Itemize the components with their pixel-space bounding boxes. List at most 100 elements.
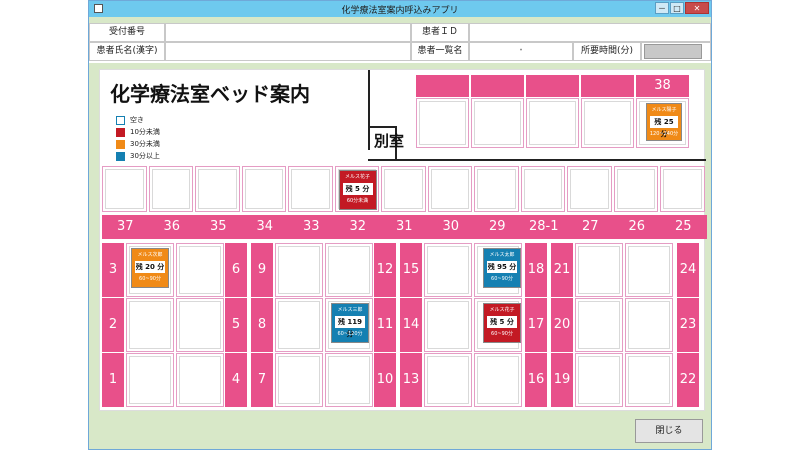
bed-37[interactable] bbox=[102, 166, 147, 212]
bed-slot[interactable] bbox=[575, 353, 623, 407]
patient-list-field[interactable]: ・ bbox=[469, 42, 573, 61]
bed-number-28-1: 28-1 bbox=[520, 215, 567, 239]
bed-number-38: 38 bbox=[636, 75, 689, 97]
card-remaining-time: 残 95 分 bbox=[487, 261, 517, 273]
app-window: 化学療法室案内呼込みアプリ － □ ✕ 受付番号 患者ＩＤ 患者氏名(漢字) 患… bbox=[88, 0, 712, 450]
bed-slot[interactable] bbox=[424, 353, 472, 407]
title-bar: 化学療法室案内呼込みアプリ － □ ✕ bbox=[89, 1, 711, 17]
annex-divider-left bbox=[368, 70, 370, 150]
legend-label-under30: 30分未満 bbox=[130, 140, 160, 148]
annex-bed-header bbox=[526, 75, 579, 97]
annex-bed[interactable] bbox=[581, 98, 634, 148]
bed-number-16: 16 bbox=[525, 353, 547, 407]
bed-number-1: 1 bbox=[102, 353, 124, 407]
patient-card-bed-38[interactable]: メルス陽子 残 25 分 120~240分 bbox=[646, 103, 682, 141]
bed-slot[interactable] bbox=[176, 243, 224, 297]
bed-slot[interactable] bbox=[625, 243, 673, 297]
bed-30[interactable] bbox=[427, 166, 472, 212]
bed-slot[interactable] bbox=[575, 298, 623, 352]
annex-label: 別室 bbox=[374, 132, 405, 150]
bed-slot[interactable] bbox=[474, 353, 522, 407]
bed-slot[interactable] bbox=[424, 243, 472, 297]
bed-number-24: 24 bbox=[677, 243, 699, 297]
bed-number-34: 34 bbox=[241, 215, 288, 239]
patient-info-header: 受付番号 患者ＩＤ 患者氏名(漢字) 患者一覧名 ・ 所要時間(分) bbox=[89, 23, 711, 63]
card-patient-name: メルス花子 bbox=[344, 174, 370, 180]
bed-34[interactable] bbox=[241, 166, 286, 212]
patient-card-bed-15[interactable]: メルス太郎残 95 分 60~90分 bbox=[483, 248, 521, 288]
bed-slot[interactable] bbox=[126, 298, 174, 352]
bed-slot[interactable] bbox=[325, 353, 373, 407]
bed-number-29: 29 bbox=[474, 215, 521, 239]
bed-number-3: 3 bbox=[102, 243, 124, 297]
bed-slot[interactable] bbox=[575, 243, 623, 297]
patient-card-bed-32[interactable]: メルス花子残 5 分 60分未満 bbox=[338, 170, 377, 210]
patient-id-label: 患者ＩＤ bbox=[411, 23, 469, 42]
bed-number-26: 26 bbox=[613, 215, 660, 239]
bed-31[interactable] bbox=[381, 166, 426, 212]
bed-slot[interactable] bbox=[275, 298, 323, 352]
bed-slot[interactable] bbox=[176, 353, 224, 407]
bed-slot[interactable] bbox=[625, 353, 673, 407]
patient-id-field[interactable] bbox=[469, 23, 711, 42]
reception-no-field[interactable] bbox=[165, 23, 411, 42]
bed-number-33: 33 bbox=[288, 215, 335, 239]
patient-card-bed-14[interactable]: メルス花子残 5 分 60~90分 bbox=[483, 303, 521, 343]
annex-bed[interactable] bbox=[526, 98, 579, 148]
maximize-button[interactable]: □ bbox=[670, 2, 684, 14]
bed-number-21: 21 bbox=[551, 243, 573, 297]
window-close-button[interactable]: ✕ bbox=[685, 2, 709, 14]
bed-number-22: 22 bbox=[677, 353, 699, 407]
patient-card-bed-8[interactable]: メルス三郎残 119 分 60~120分 bbox=[331, 303, 369, 343]
bed-number-32: 32 bbox=[334, 215, 381, 239]
bed-number-30: 30 bbox=[427, 215, 474, 239]
legend-label-under10: 10分未満 bbox=[130, 128, 160, 136]
patient-list-label: 患者一覧名 bbox=[411, 42, 469, 61]
legend-swatch-over30 bbox=[116, 152, 125, 161]
card-duration-range: 60~90分 bbox=[491, 331, 513, 337]
bed-28-1[interactable] bbox=[520, 166, 565, 212]
bed-number-37: 37 bbox=[102, 215, 149, 239]
annex-divider-bottom bbox=[368, 159, 706, 161]
bed-slot[interactable] bbox=[325, 243, 373, 297]
card-remaining-time: 残 119 分 bbox=[335, 316, 365, 338]
close-button[interactable]: 閉じる bbox=[635, 419, 703, 443]
bed-slot[interactable] bbox=[176, 298, 224, 352]
bed-slot[interactable] bbox=[126, 353, 174, 407]
bed-number-20: 20 bbox=[551, 298, 573, 352]
card-patient-name: メルス三郎 bbox=[337, 307, 363, 313]
bed-25[interactable] bbox=[660, 166, 705, 212]
bed-number-17: 17 bbox=[525, 298, 547, 352]
bed-27[interactable] bbox=[567, 166, 612, 212]
bed-number-27: 27 bbox=[567, 215, 614, 239]
bed-26[interactable] bbox=[613, 166, 658, 212]
annex-label-border-top bbox=[368, 126, 397, 128]
bed-29[interactable] bbox=[474, 166, 519, 212]
bed-number-23: 23 bbox=[677, 298, 699, 352]
bed-number-18: 18 bbox=[525, 243, 547, 297]
bed-slot[interactable] bbox=[275, 353, 323, 407]
card-duration-range: 60~120分 bbox=[337, 331, 363, 337]
bed-36[interactable] bbox=[148, 166, 193, 212]
bed-slot[interactable] bbox=[275, 243, 323, 297]
card-patient-name: メルス花子 bbox=[489, 307, 515, 313]
bed-slot[interactable] bbox=[424, 298, 472, 352]
bed-number-4: 4 bbox=[225, 353, 247, 407]
bed-33[interactable] bbox=[288, 166, 333, 212]
annex-bed[interactable] bbox=[416, 98, 469, 148]
patient-name-field[interactable] bbox=[165, 42, 411, 61]
minimize-button[interactable]: － bbox=[655, 2, 669, 14]
annex-bed[interactable] bbox=[471, 98, 524, 148]
annex-bed-header bbox=[416, 75, 469, 97]
card-remaining-time: 残 25 分 bbox=[650, 116, 678, 138]
bed-number-8: 8 bbox=[251, 298, 273, 352]
patient-card-bed-3[interactable]: メルス次郎残 20 分 60~90分 bbox=[131, 248, 169, 288]
bed-number-31: 31 bbox=[381, 215, 428, 239]
board-title: 化学療法室ベッド案内 bbox=[110, 82, 310, 106]
required-time-field[interactable] bbox=[644, 44, 702, 59]
bed-number-13: 13 bbox=[400, 353, 422, 407]
bed-35[interactable] bbox=[195, 166, 240, 212]
card-duration-range: 60分未満 bbox=[346, 198, 369, 204]
bed-slot[interactable] bbox=[625, 298, 673, 352]
bed-number-11: 11 bbox=[374, 298, 396, 352]
